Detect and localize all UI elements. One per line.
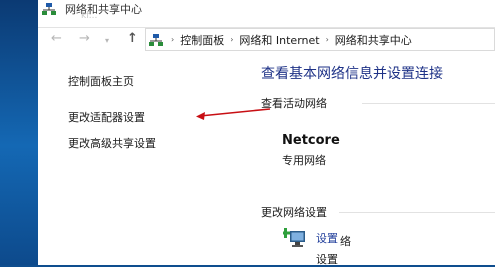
breadcrumb-separator[interactable]: › — [230, 35, 233, 44]
title-bar: 网络和共享中心 kf... — [38, 0, 495, 28]
section-divider — [362, 103, 495, 104]
desktop-background — [0, 0, 38, 265]
network-icon — [42, 3, 56, 15]
forward-arrow-icon[interactable]: → — [79, 32, 90, 46]
main-content: 查看基本网络信息并设置连接 查看活动网络 Netcore 专用网络 更改网络设置… — [261, 52, 495, 266]
setup-connection-link[interactable]: 设置 — [316, 230, 338, 246]
sidebar-item-change-advanced-sharing[interactable]: 更改高级共享设置 — [68, 135, 156, 151]
network-type: 专用网络 — [282, 154, 326, 167]
title-ghost-text: kf... — [81, 11, 98, 21]
network-sharing-center-window: 网络和共享中心 kf... ← → ▾ ↑ › 控制面板 › 网络和 Inter… — [38, 0, 495, 266]
window-title: 网络和共享中心 — [65, 3, 142, 16]
navigation-bar: ← → ▾ ↑ › 控制面板 › 网络和 Internet › 网络和共享中心 — [38, 28, 495, 52]
sidebar: 控制面板主页 更改适配器设置 更改高级共享设置 — [38, 52, 238, 265]
address-bar[interactable]: › 控制面板 › 网络和 Internet › 网络和共享中心 — [145, 28, 495, 51]
sidebar-item-control-panel-home[interactable]: 控制面板主页 — [68, 73, 134, 89]
breadcrumb-network-sharing-center[interactable]: 网络和共享中心 — [335, 32, 412, 48]
network-name: Netcore — [282, 133, 340, 148]
up-arrow-icon[interactable]: ↑ — [127, 32, 138, 46]
setup-overlap-text: 络 — [340, 235, 351, 248]
change-network-settings-title: 更改网络设置 — [261, 206, 327, 219]
page-title: 查看基本网络信息并设置连接 — [261, 66, 443, 82]
network-icon — [149, 33, 163, 46]
chevron-down-icon[interactable]: ▾ — [105, 34, 109, 48]
section-divider — [339, 212, 495, 213]
sidebar-item-change-adapter-settings[interactable]: 更改适配器设置 — [68, 109, 145, 125]
breadcrumb-separator: › — [171, 35, 175, 44]
breadcrumb-control-panel[interactable]: 控制面板 — [180, 32, 224, 48]
breadcrumb-network-internet[interactable]: 网络和 Internet — [239, 32, 319, 48]
active-networks-title: 查看活动网络 — [261, 97, 327, 110]
back-arrow-icon[interactable]: ← — [51, 32, 62, 46]
network-setup-icon — [283, 228, 305, 247]
breadcrumb-separator[interactable]: › — [326, 35, 329, 44]
